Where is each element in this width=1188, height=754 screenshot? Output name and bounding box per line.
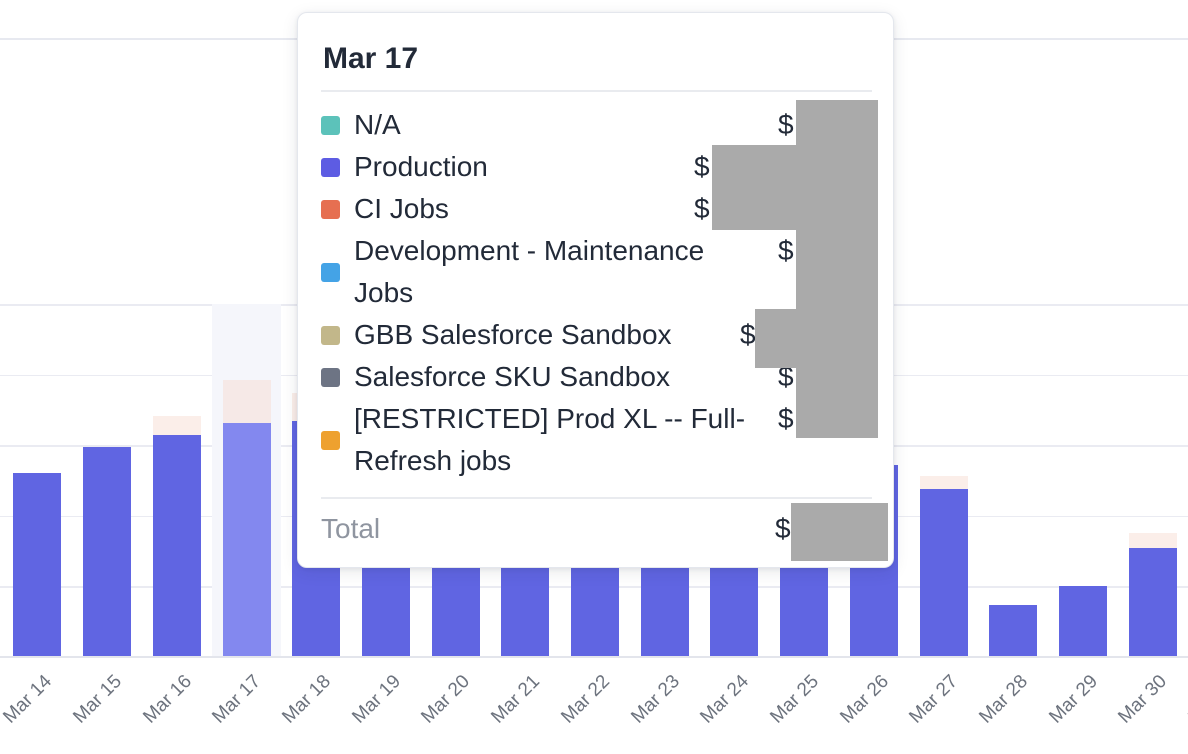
bar-segment-ci-jobs — [153, 416, 201, 435]
x-axis-label-mar-15: Mar 15 — [69, 671, 126, 728]
series-color-swatch-icon — [321, 263, 340, 282]
x-axis-label-mar-27: Mar 27 — [906, 671, 963, 728]
tooltip-row-value-prefix: $ — [740, 314, 756, 356]
tooltip-total-value-prefix: $ — [775, 508, 791, 550]
bar-segment-production — [13, 473, 61, 657]
bar-mar-28[interactable] — [989, 605, 1037, 657]
bar-mar-30[interactable] — [1129, 533, 1177, 657]
bar-segment-ci-jobs — [1129, 533, 1177, 548]
bar-mar-27[interactable] — [920, 476, 968, 657]
series-color-swatch-icon — [321, 200, 340, 219]
x-axis-line — [0, 656, 1188, 658]
tooltip-row-value-prefix: $ — [694, 188, 710, 230]
x-axis-label-mar-30: Mar 30 — [1115, 671, 1172, 728]
tooltip-total-label: Total — [321, 508, 380, 550]
series-color-swatch-icon — [321, 368, 340, 387]
bar-segment-production — [989, 605, 1037, 657]
bar-mar-17[interactable] — [223, 380, 271, 657]
bar-mar-14[interactable] — [13, 473, 61, 657]
bar-segment-production — [153, 435, 201, 657]
bar-segment-ci-jobs — [223, 380, 271, 424]
tooltip-title: Mar 17 — [323, 42, 418, 76]
redacted-value — [712, 145, 796, 230]
x-axis-label-mar-17: Mar 17 — [209, 671, 266, 728]
x-axis-label-mar-28: Mar 28 — [975, 671, 1032, 728]
x-axis-label-mar-20: Mar 20 — [418, 671, 475, 728]
x-axis-label-mar-24: Mar 24 — [697, 671, 754, 728]
chart-tooltip: Mar 17 N/A$Production$CI Jobs$Developmen… — [297, 12, 894, 568]
x-axis-label-mar-25: Mar 25 — [766, 671, 823, 728]
bar-segment-production — [223, 423, 271, 657]
bar-mar-15[interactable] — [83, 447, 131, 657]
x-axis-label-mar-29: Mar 29 — [1045, 671, 1102, 728]
series-color-swatch-icon — [321, 431, 340, 450]
bar-segment-production — [1059, 586, 1107, 657]
bar-mar-16[interactable] — [153, 416, 201, 657]
x-axis-label-mar-26: Mar 26 — [836, 671, 893, 728]
redacted-value — [755, 309, 796, 368]
series-color-swatch-icon — [321, 158, 340, 177]
redacted-value — [796, 100, 878, 438]
x-axis-label-mar-31: Mar 31 — [1184, 671, 1188, 728]
x-axis-label-mar-21: Mar 21 — [487, 671, 544, 728]
x-axis-label-mar-14: Mar 14 — [0, 671, 57, 728]
series-color-swatch-icon — [321, 326, 340, 345]
x-axis-label-mar-22: Mar 22 — [557, 671, 614, 728]
bar-segment-production — [83, 447, 131, 657]
tooltip-divider — [321, 90, 872, 92]
bar-mar-29[interactable] — [1059, 586, 1107, 657]
x-axis-label-mar-19: Mar 19 — [348, 671, 405, 728]
tooltip-divider — [321, 497, 872, 499]
redacted-value — [791, 503, 888, 561]
bar-segment-ci-jobs — [920, 476, 968, 489]
tooltip-row-value-prefix: $ — [778, 230, 794, 272]
x-axis-label-mar-18: Mar 18 — [278, 671, 335, 728]
tooltip-row-value-prefix: $ — [778, 398, 794, 440]
series-color-swatch-icon — [321, 116, 340, 135]
x-axis-label-mar-16: Mar 16 — [139, 671, 196, 728]
bar-segment-production — [1129, 548, 1177, 657]
x-axis-label-mar-23: Mar 23 — [627, 671, 684, 728]
bar-segment-production — [920, 489, 968, 657]
tooltip-row-value-prefix: $ — [778, 104, 794, 146]
tooltip-row-value-prefix: $ — [694, 146, 710, 188]
daily-cost-stacked-bar-chart: Mar 14Mar 15Mar 16Mar 17Mar 18Mar 19Mar … — [0, 0, 1188, 754]
